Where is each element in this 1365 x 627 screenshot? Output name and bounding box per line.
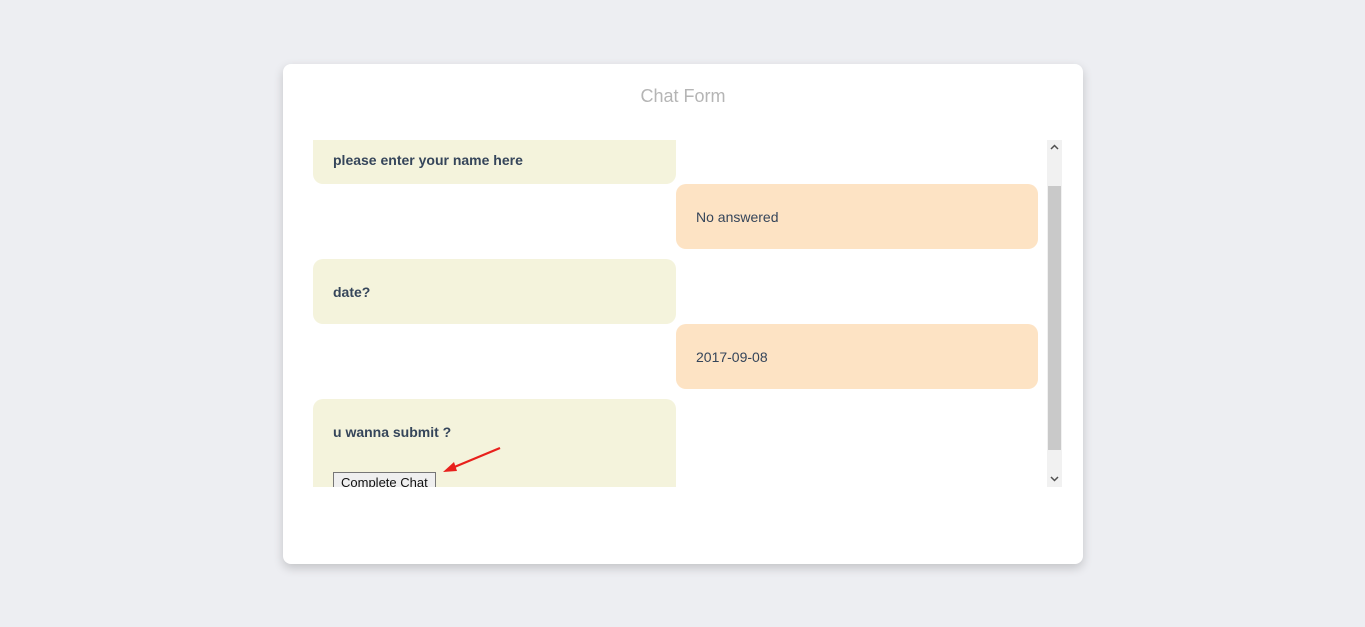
scroll-thumb[interactable] (1048, 186, 1061, 450)
bot-message: date? (313, 259, 676, 324)
bot-message: please enter your name here (313, 140, 676, 184)
chat-scrollbar[interactable] (1047, 140, 1062, 487)
user-message: 2017-09-08 (676, 324, 1038, 389)
scroll-up-arrow-icon[interactable] (1047, 140, 1062, 155)
chat-form-card: Chat Form please enter your name here No… (283, 64, 1083, 564)
complete-chat-button[interactable]: Complete Chat (333, 472, 436, 487)
user-message: No answered (676, 184, 1038, 249)
bot-message-text: please enter your name here (333, 152, 523, 168)
annotation-arrow-icon (443, 446, 501, 472)
bot-message-text: date? (333, 284, 371, 300)
user-message-text: No answered (696, 209, 779, 225)
bot-message-text: u wanna submit ? (333, 424, 452, 440)
scroll-down-arrow-icon[interactable] (1047, 472, 1062, 487)
user-message-text: 2017-09-08 (696, 349, 768, 365)
chat-message-list[interactable]: please enter your name here No answered … (313, 140, 1063, 487)
form-title: Chat Form (640, 86, 726, 106)
